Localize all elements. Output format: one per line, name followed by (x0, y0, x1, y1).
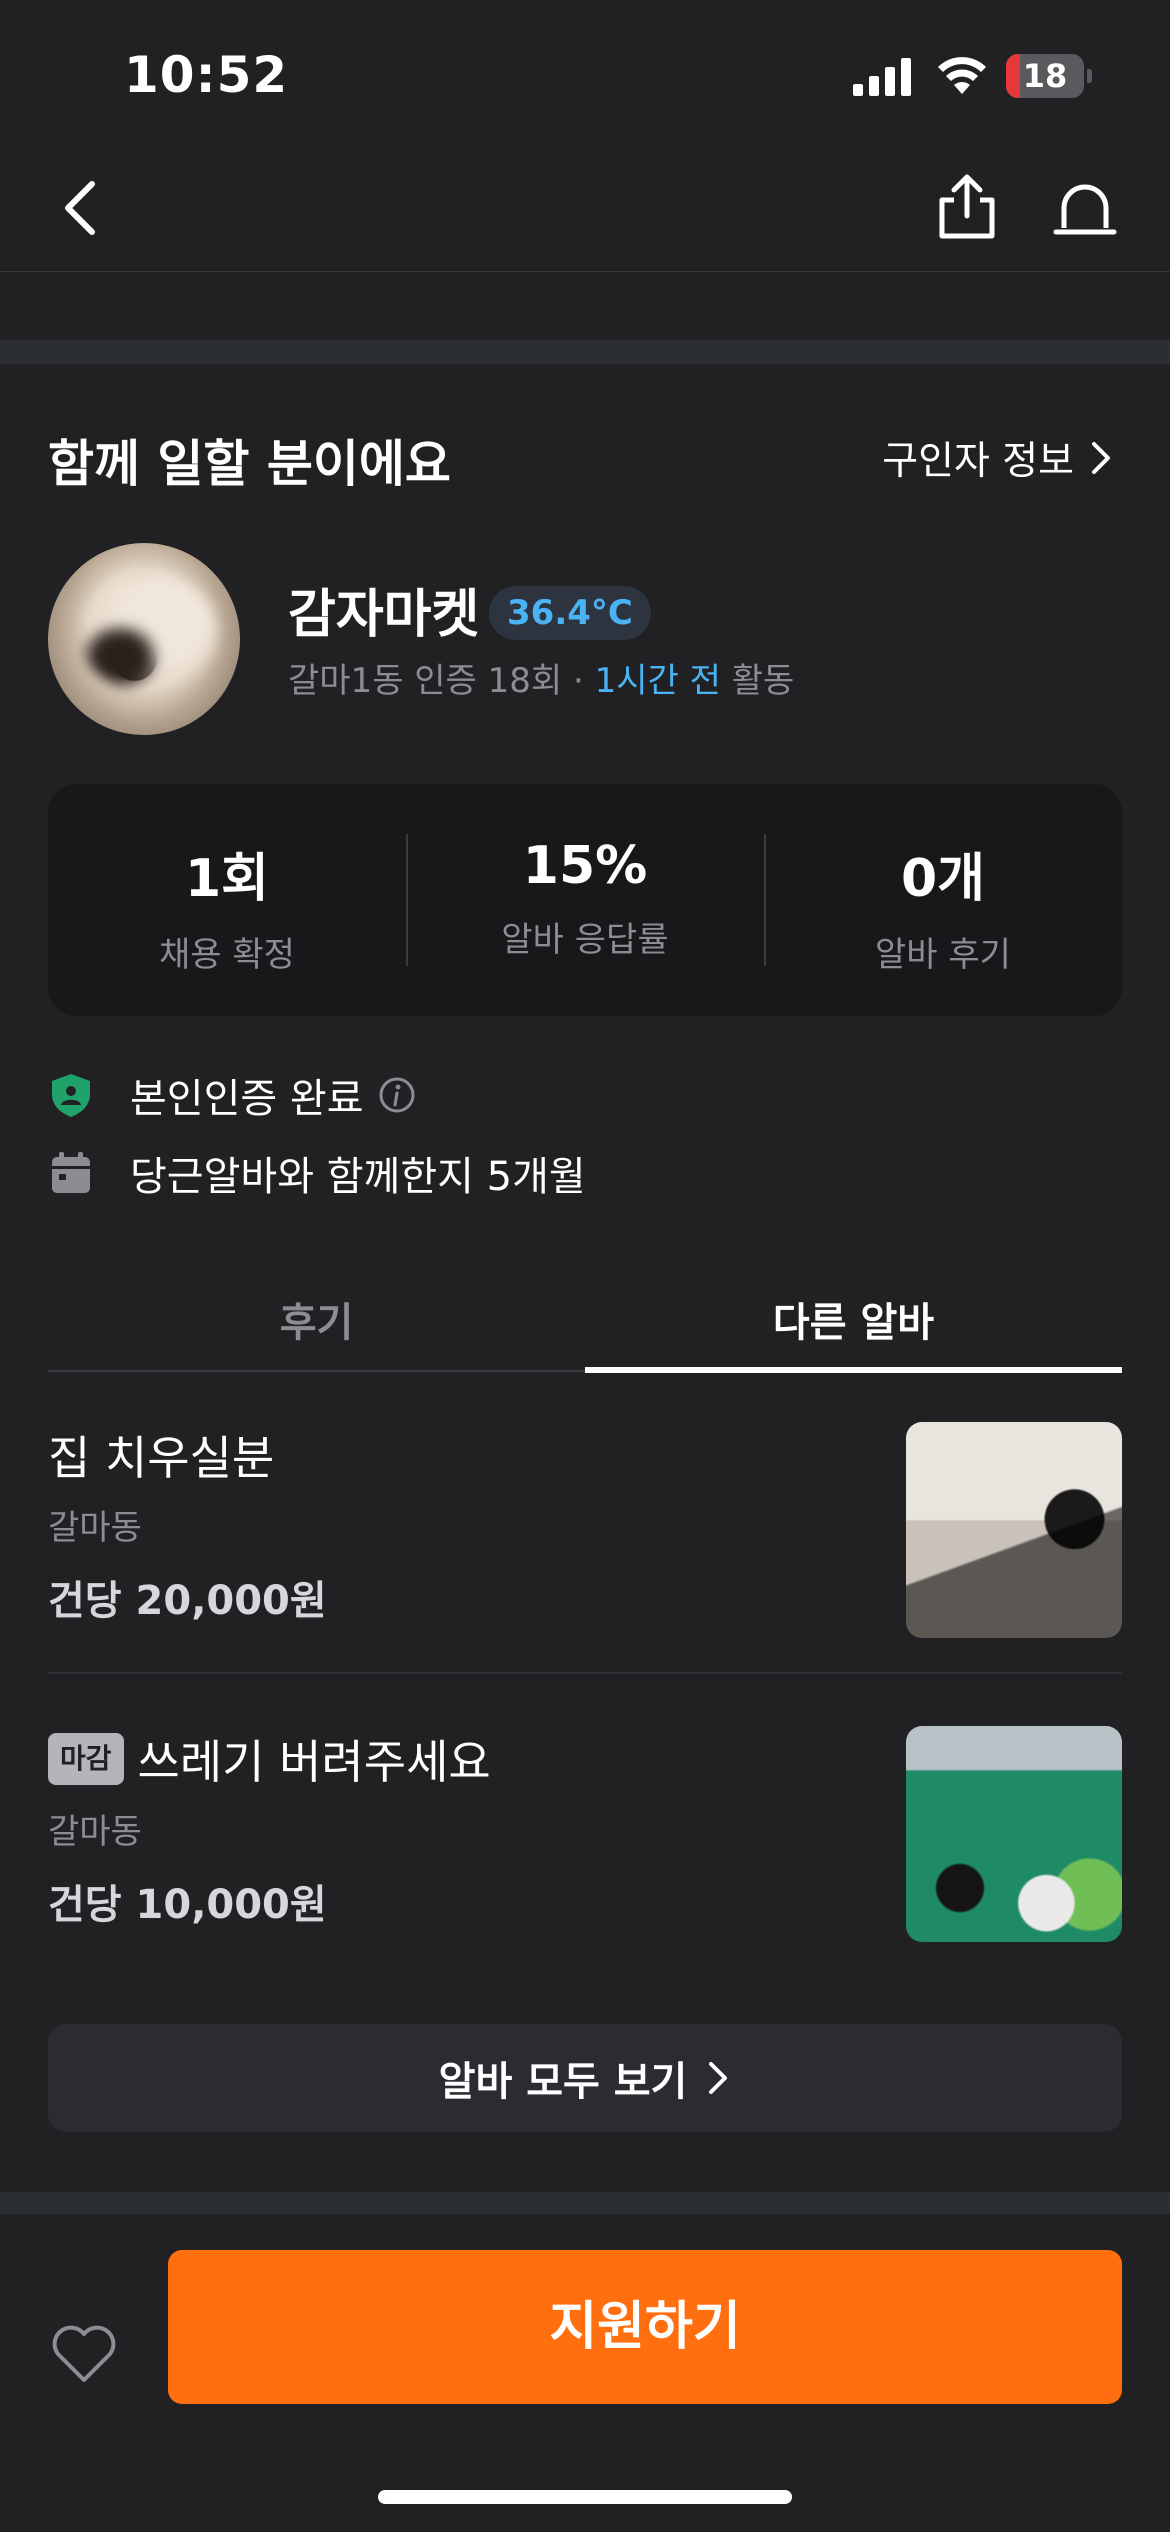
manner-temperature-badge: 36.4°C (489, 586, 651, 640)
stat-value: 0개 (900, 849, 986, 909)
recruiter-info-link[interactable]: 구인자 정보 (882, 430, 1114, 486)
tab-other-jobs[interactable]: 다른 알바 (585, 1240, 1122, 1373)
navigation-bar (0, 150, 1170, 272)
stat-label: 알바 응답률 (501, 920, 669, 960)
recruiter-meta: 갈마1동 인증 18회 · 1시간 전 활동 (288, 653, 794, 702)
battery-level: 18 (1022, 57, 1068, 95)
tenure-row: 당근알바와 함께한지 5개월 (48, 1144, 586, 1202)
closed-badge: 마감 (48, 1733, 124, 1785)
share-icon[interactable] (932, 172, 1002, 242)
job-title-row: 마감 쓰레기 버려주세요 (48, 1726, 491, 1792)
avatar-photo (78, 573, 218, 693)
stat-value: 15% (522, 836, 648, 896)
bottom-action-bar: 지원하기 (0, 2214, 1170, 2532)
identity-verified-label: 본인인증 완료 (130, 1076, 364, 1122)
calendar-icon (52, 1152, 90, 1193)
home-indicator (378, 2490, 792, 2504)
status-bar: 10:52 18 (0, 0, 1170, 150)
chevron-right-icon (1092, 442, 1110, 474)
shield-person-icon (52, 1074, 90, 1117)
status-time: 10:52 (124, 46, 289, 104)
stat-value: 1회 (184, 849, 270, 909)
recruiter-info-label: 구인자 정보 (882, 439, 1074, 484)
view-all-jobs-button[interactable]: 알바 모두 보기 (48, 2024, 1122, 2132)
job-title: 쓰레기 버려주세요 (137, 1735, 491, 1789)
recruiter-nickname[interactable]: 감자마켓 (288, 572, 479, 647)
job-thumbnail (906, 1726, 1122, 1942)
battery-body: 18 (1006, 54, 1084, 98)
job-location: 갈마동 (48, 1508, 142, 1548)
recruiter-meta-suffix: 활동 (720, 661, 795, 701)
job-pay: 건당 20,000원 (48, 1578, 327, 1624)
section-divider (0, 2192, 1170, 2214)
view-all-jobs-label: 알바 모두 보기 (438, 2059, 688, 2105)
recruiter-meta-prefix: 갈마1동 인증 18회 · (288, 661, 595, 701)
job-title: 집 치우실분 (48, 1431, 275, 1485)
recruiter-stats-card: 1회 채용 확정 15% 알바 응답률 0개 알바 후기 (48, 784, 1122, 1016)
stat-response-rate: 15% 알바 응답률 (406, 784, 764, 1016)
tenure-label: 당근알바와 함께한지 5개월 (130, 1154, 586, 1200)
section-title: 함께 일할 분이에요 (48, 435, 451, 493)
tab-reviews[interactable]: 후기 (48, 1240, 585, 1370)
battery-cap (1087, 69, 1092, 83)
job-title-row: 집 치우실분 (48, 1422, 274, 1488)
section-divider (0, 340, 1170, 364)
wifi-icon (938, 57, 986, 94)
tab-bar: 후기 다른 알바 (48, 1240, 1122, 1373)
job-list-item[interactable]: 집 치우실분 갈마동 건당 20,000원 (48, 1372, 1122, 1674)
chevron-right-icon (709, 2062, 728, 2094)
recruiter-active-time: 1시간 전 (594, 661, 721, 701)
job-pay: 건당 10,000원 (48, 1882, 327, 1928)
job-list-item[interactable]: 마감 쓰레기 버려주세요 갈마동 건당 10,000원 (48, 1676, 1122, 1978)
job-thumbnail (906, 1422, 1122, 1638)
info-icon[interactable] (378, 1076, 416, 1114)
stat-label: 알바 후기 (875, 935, 1011, 975)
identity-verified-row: 본인인증 완료 (48, 1066, 416, 1124)
apply-button[interactable]: 지원하기 (168, 2250, 1122, 2404)
stat-reviews: 0개 알바 후기 (764, 784, 1122, 1016)
stat-hired: 1회 채용 확정 (48, 784, 406, 1016)
siren-icon[interactable] (1052, 174, 1118, 240)
chevron-left-icon[interactable] (56, 176, 106, 240)
cellular-signal-icon (853, 58, 911, 96)
stat-label: 채용 확정 (159, 935, 295, 975)
avatar[interactable] (48, 543, 240, 735)
heart-icon[interactable] (50, 2324, 118, 2384)
battery-indicator: 18 (1006, 54, 1092, 98)
job-location: 갈마동 (48, 1812, 142, 1852)
